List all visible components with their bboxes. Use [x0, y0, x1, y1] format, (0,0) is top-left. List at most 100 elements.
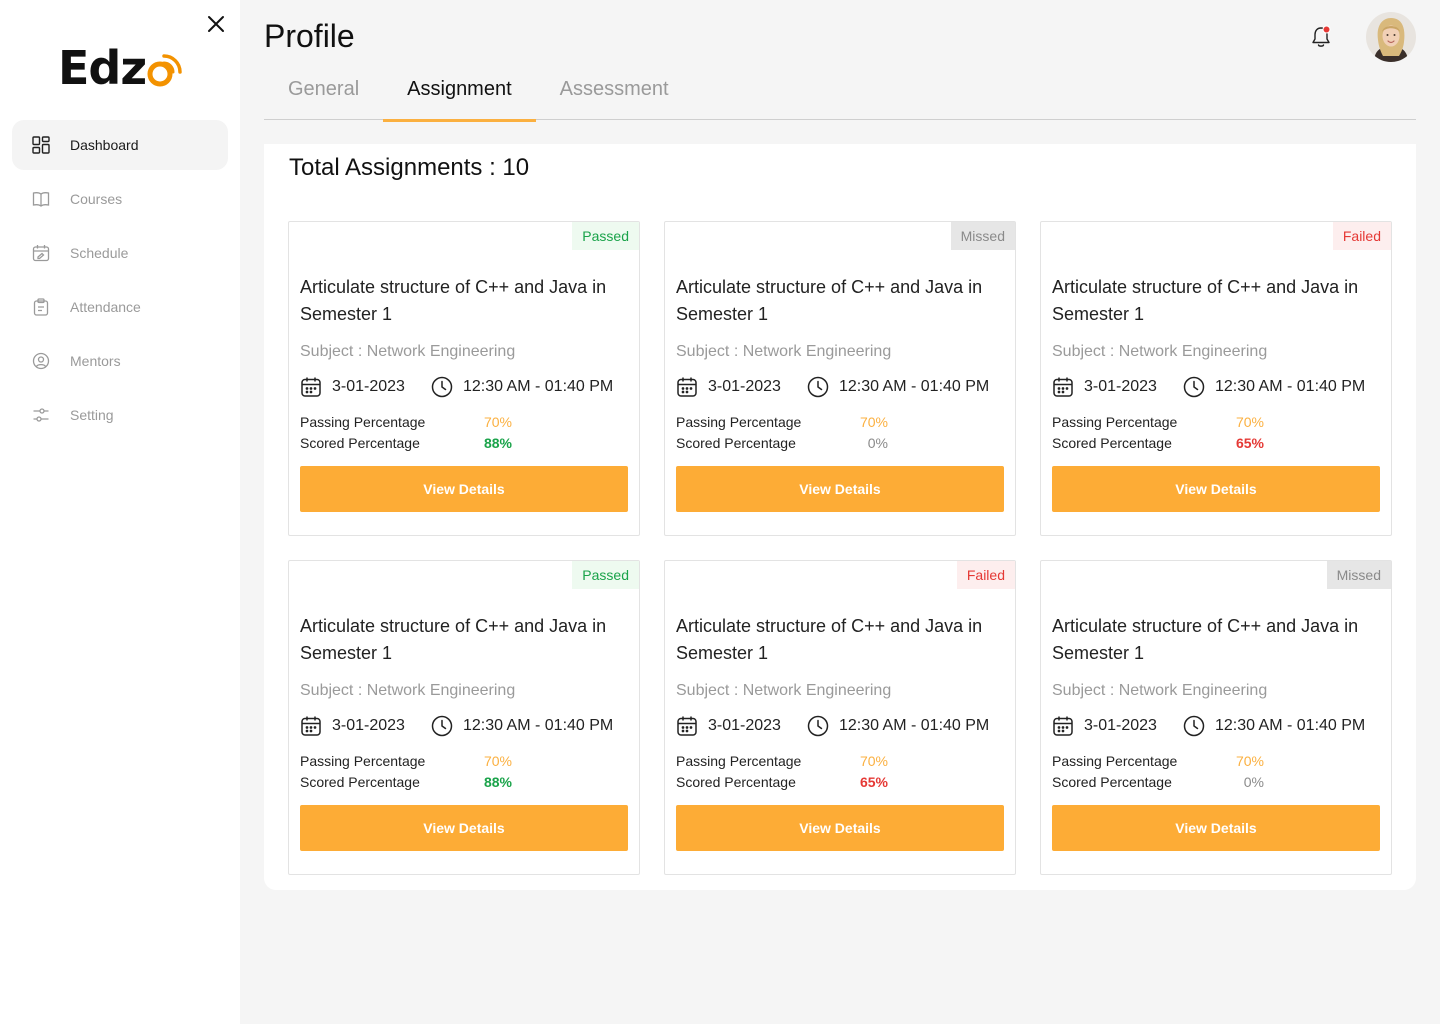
- book-icon: [32, 190, 50, 208]
- assignment-date: 3-01-2023: [332, 717, 405, 734]
- scored-percentage-label: Scored Percentage: [1052, 774, 1172, 790]
- dashboard-icon: [32, 136, 50, 154]
- sidebar-item-label: Schedule: [70, 245, 129, 261]
- tab-assessment[interactable]: Assessment: [536, 70, 693, 120]
- sidebar-item-schedule[interactable]: Schedule: [12, 228, 228, 278]
- view-details-button[interactable]: View Details: [676, 466, 1004, 512]
- avatar[interactable]: [1366, 12, 1416, 62]
- calendar-icon: [1052, 715, 1074, 737]
- assignment-time: 12:30 AM - 01:40 PM: [1214, 378, 1366, 395]
- scored-percentage-label: Scored Percentage: [676, 774, 796, 790]
- scored-percentage-row: Scored Percentage 65%: [1052, 435, 1272, 451]
- profile-tabs: General Assignment Assessment: [264, 70, 1416, 122]
- mentor-icon: [32, 352, 50, 370]
- status-badge: Passed: [572, 222, 639, 250]
- sidebar: Edz Dashboard Courses Schedule Attendanc…: [0, 0, 240, 1024]
- assignment-time: 12:30 AM - 01:40 PM: [462, 717, 614, 734]
- assignment-date: 3-01-2023: [332, 378, 405, 395]
- assignment-title: Articulate structure of C++ and Java in …: [300, 277, 607, 324]
- sidebar-item-dashboard[interactable]: Dashboard: [12, 120, 228, 170]
- assignment-schedule: 3-01-2023 12:30 AM - 01:40 PM: [676, 715, 989, 737]
- calendar-icon: [676, 376, 698, 398]
- scored-percentage-label: Scored Percentage: [676, 435, 796, 451]
- assignment-title: Articulate structure of C++ and Java in …: [1052, 616, 1359, 663]
- assignment-subject: Subject : Network Engineering: [300, 343, 516, 360]
- assignment-grid: Passed Articulate structure of C++ and J…: [288, 221, 1392, 875]
- sidebar-item-courses[interactable]: Courses: [12, 174, 228, 224]
- scored-percentage-row: Scored Percentage 0%: [676, 435, 896, 451]
- page-title: Profile: [264, 18, 355, 54]
- assignment-subject: Subject : Network Engineering: [676, 682, 892, 699]
- assignment-subject: Subject : Network Engineering: [676, 343, 892, 360]
- clipboard-icon: [32, 298, 50, 316]
- clock-icon: [431, 376, 453, 398]
- assignment-time: 12:30 AM - 01:40 PM: [462, 378, 614, 395]
- passing-percentage-value: 70%: [1235, 753, 1264, 769]
- clock-icon: [431, 715, 453, 737]
- assignment-time: 12:30 AM - 01:40 PM: [1214, 717, 1366, 734]
- calendar-icon: [300, 376, 322, 398]
- passing-percentage-row: Passing Percentage 70%: [1052, 753, 1272, 769]
- assignment-subject: Subject : Network Engineering: [1052, 343, 1268, 360]
- scored-percentage-value: 0%: [867, 435, 888, 451]
- assignment-card: Failed Articulate structure of C++ and J…: [664, 560, 1016, 875]
- assignment-time: 12:30 AM - 01:40 PM: [838, 717, 990, 734]
- calendar-icon: [300, 715, 322, 737]
- sidebar-item-setting[interactable]: Setting: [12, 390, 228, 440]
- notification-bell-icon[interactable]: [1308, 24, 1334, 50]
- sidebar-item-label: Attendance: [70, 299, 141, 315]
- passing-percentage-row: Passing Percentage 70%: [300, 414, 520, 430]
- close-icon[interactable]: [204, 12, 228, 36]
- assignment-card: Passed Articulate structure of C++ and J…: [288, 560, 640, 875]
- status-badge: Passed: [572, 561, 639, 589]
- passing-percentage-label: Passing Percentage: [300, 753, 426, 769]
- assignment-subject: Subject : Network Engineering: [1052, 682, 1268, 699]
- scored-percentage-label: Scored Percentage: [300, 774, 420, 790]
- sidebar-item-label: Mentors: [70, 353, 121, 369]
- scored-percentage-value: 65%: [1235, 435, 1264, 451]
- assignment-title: Articulate structure of C++ and Java in …: [300, 616, 607, 663]
- brand-name: Edz: [58, 41, 147, 95]
- view-details-button[interactable]: View Details: [300, 466, 628, 512]
- scored-percentage-value: 88%: [483, 774, 512, 790]
- sidebar-item-mentors[interactable]: Mentors: [12, 336, 228, 386]
- sidebar-item-attendance[interactable]: Attendance: [12, 282, 228, 332]
- sidebar-item-label: Dashboard: [70, 137, 139, 153]
- tab-general[interactable]: General: [264, 70, 383, 120]
- passing-percentage-label: Passing Percentage: [676, 414, 802, 430]
- assignment-time: 12:30 AM - 01:40 PM: [838, 378, 990, 395]
- tab-assignment[interactable]: Assignment: [383, 70, 536, 122]
- passing-percentage-row: Passing Percentage 70%: [676, 414, 896, 430]
- clock-icon: [1183, 715, 1205, 737]
- passing-percentage-value: 70%: [483, 753, 512, 769]
- calendar-edit-icon: [32, 244, 50, 262]
- view-details-button[interactable]: View Details: [300, 805, 628, 851]
- status-badge: Missed: [1326, 561, 1391, 589]
- clock-icon: [1183, 376, 1205, 398]
- passing-percentage-value: 70%: [859, 414, 888, 430]
- view-details-button[interactable]: View Details: [676, 805, 1004, 851]
- passing-percentage-row: Passing Percentage 70%: [676, 753, 896, 769]
- status-badge: Missed: [950, 222, 1015, 250]
- scored-percentage-row: Scored Percentage 65%: [676, 774, 896, 790]
- view-details-button[interactable]: View Details: [1052, 805, 1380, 851]
- assignment-subject: Subject : Network Engineering: [300, 682, 516, 699]
- clock-icon: [807, 715, 829, 737]
- passing-percentage-label: Passing Percentage: [300, 414, 426, 430]
- assignment-card: Missed Articulate structure of C++ and J…: [1040, 560, 1392, 875]
- view-details-button[interactable]: View Details: [1052, 466, 1380, 512]
- total-assignments: Total Assignments : 10: [289, 154, 530, 181]
- passing-percentage-label: Passing Percentage: [676, 753, 802, 769]
- scored-percentage-label: Scored Percentage: [300, 435, 420, 451]
- passing-percentage-value: 70%: [859, 753, 888, 769]
- assignment-schedule: 3-01-2023 12:30 AM - 01:40 PM: [300, 376, 613, 398]
- passing-percentage-row: Passing Percentage 70%: [1052, 414, 1272, 430]
- scored-percentage-row: Scored Percentage 88%: [300, 774, 520, 790]
- passing-percentage-value: 70%: [483, 414, 512, 430]
- assignment-title: Articulate structure of C++ and Java in …: [1052, 277, 1359, 324]
- scored-percentage-value: 65%: [859, 774, 888, 790]
- assignment-schedule: 3-01-2023 12:30 AM - 01:40 PM: [1052, 715, 1365, 737]
- assignment-date: 3-01-2023: [708, 717, 781, 734]
- assignment-schedule: 3-01-2023 12:30 AM - 01:40 PM: [1052, 376, 1365, 398]
- clock-icon: [807, 376, 829, 398]
